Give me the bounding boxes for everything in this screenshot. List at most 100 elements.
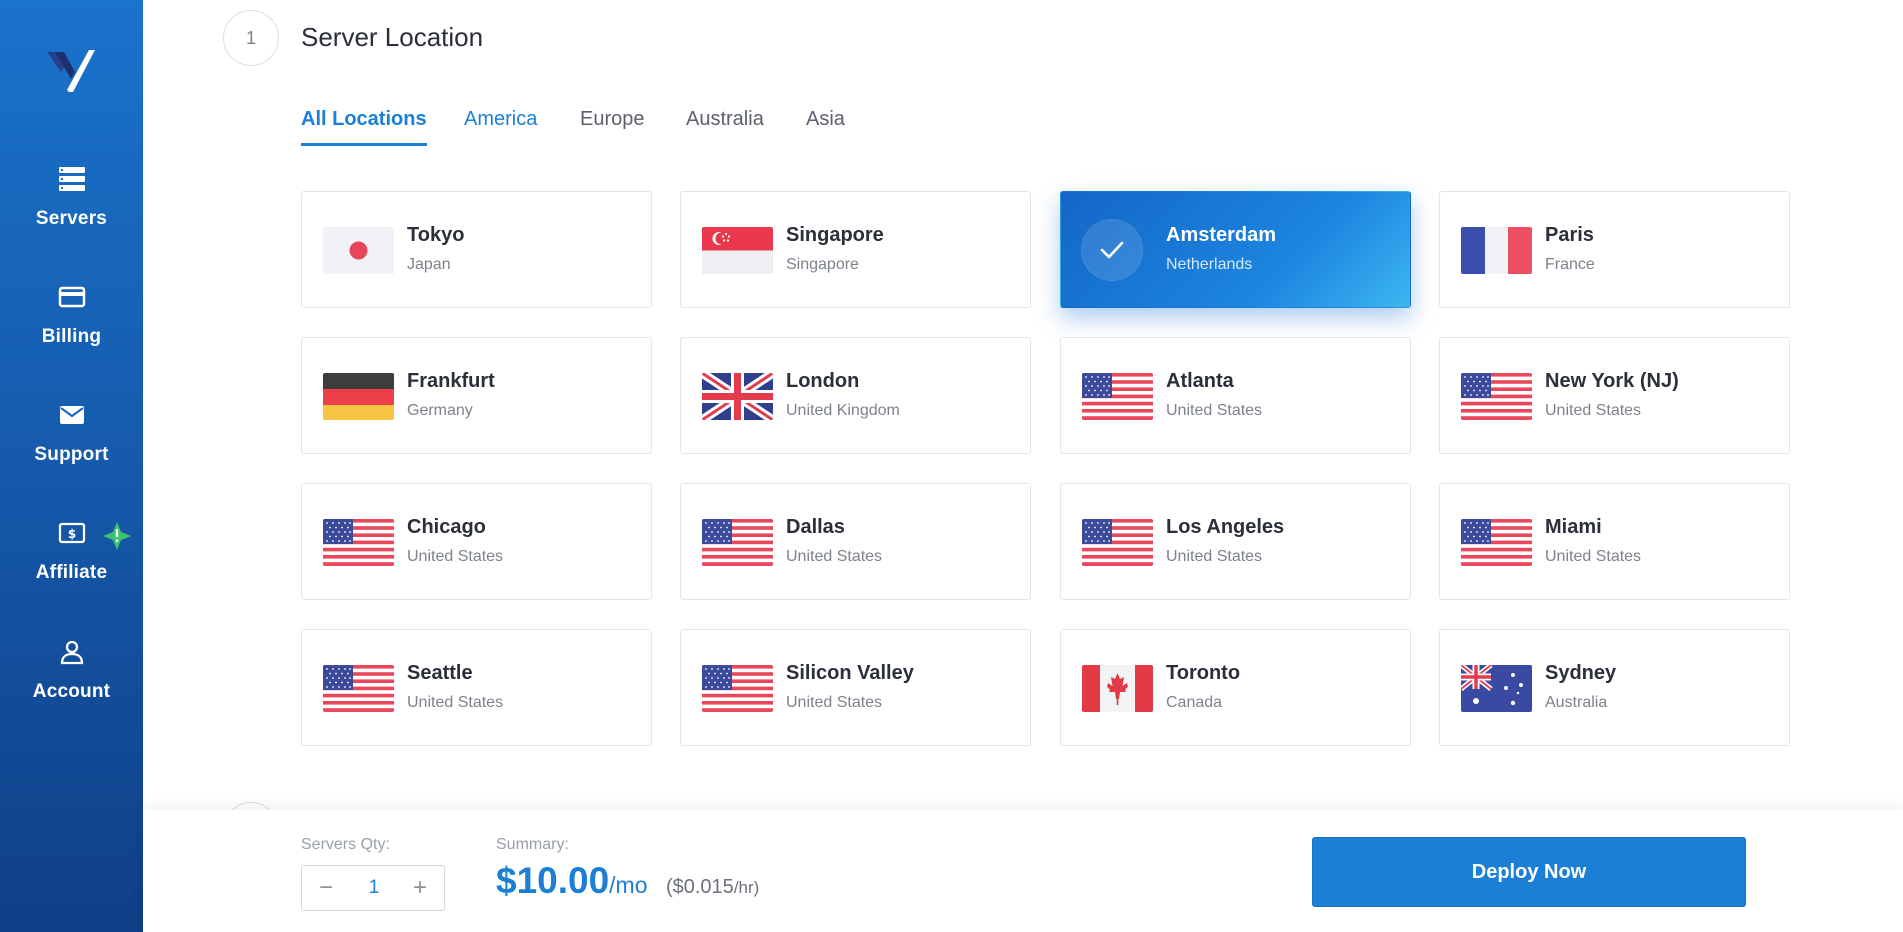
location-city: Dallas [786,516,845,538]
hourly-unit: /hr) [733,878,760,897]
location-country: United Kingdom [786,402,900,419]
sidebar: Servers Billing Support $ Affiliate Acco… [0,0,143,932]
envelope-icon [59,406,84,424]
flag-ca-icon [1082,665,1153,712]
location-city: Miami [1545,516,1602,538]
location-country: United States [786,694,883,711]
location-card-miami[interactable]: Miami United States [1439,483,1790,600]
location-country: United States [407,694,504,711]
quantity-input[interactable] [350,866,398,910]
flag-us-icon [1082,373,1153,420]
sidebar-item-account[interactable]: Account [0,637,143,703]
location-card-frankfurt[interactable]: Frankfurt Germany [301,337,652,454]
flag-au-icon [1461,665,1532,712]
user-icon [60,640,83,665]
tab-america[interactable]: America [464,108,537,131]
servers-qty-label: Servers Qty: [301,836,390,853]
location-country: Netherlands [1166,256,1253,273]
location-card-los-angeles[interactable]: Los Angeles United States [1060,483,1411,600]
location-country: United States [1166,402,1263,419]
location-city: Paris [1545,224,1594,246]
location-city: Atlanta [1166,370,1234,392]
location-card-amsterdam[interactable]: Amsterdam Netherlands [1060,191,1411,308]
location-card-chicago[interactable]: Chicago United States [301,483,652,600]
flag-us-icon [1461,373,1532,420]
flag-sg-icon [702,227,773,274]
location-card-toronto[interactable]: Toronto Canada [1060,629,1411,746]
sidebar-item-label: Account [32,681,111,702]
location-city: New York (NJ) [1545,370,1679,392]
sidebar-item-affiliate[interactable]: $ Affiliate [0,518,143,584]
location-city: Chicago [407,516,486,538]
deploy-now-button[interactable]: Deploy Now [1312,837,1746,907]
credit-card-icon [58,286,85,308]
location-card-dallas[interactable]: Dallas United States [680,483,1031,600]
sidebar-item-label: Servers [35,208,108,229]
flag-us-icon [702,519,773,566]
tab-europe[interactable]: Europe [580,108,645,131]
flag-gb-icon [702,373,773,420]
location-country: United States [1166,548,1263,565]
flag-us-icon [323,519,394,566]
step-number: 1 [223,10,279,66]
svg-text:$: $ [67,527,75,541]
flag-us-icon [702,665,773,712]
flag-us-icon [1082,519,1153,566]
vultr-logo[interactable] [45,46,97,98]
location-card-paris[interactable]: Paris France [1439,191,1790,308]
monthly-unit: /mo [609,872,648,898]
flag-us-icon [323,665,394,712]
decrement-button[interactable]: − [312,874,340,902]
sidebar-item-label: Affiliate [35,562,108,583]
monthly-price: $10.00 [496,860,610,901]
flag-de-icon [323,373,394,420]
location-country: United States [1545,548,1642,565]
tab-asia[interactable]: Asia [806,108,845,131]
location-city: Singapore [786,224,884,246]
tab-australia[interactable]: Australia [686,108,764,131]
location-country: United States [407,548,504,565]
flag-fr-icon [1461,227,1532,274]
flag-us-icon [1461,519,1532,566]
location-city: London [786,370,860,392]
location-card-atlanta[interactable]: Atlanta United States [1060,337,1411,454]
location-city: Los Angeles [1166,516,1285,538]
location-city: Seattle [407,662,473,684]
location-country: Japan [407,256,451,273]
location-country: France [1545,256,1595,273]
price-summary: $10.00/mo ($0.015/hr) [496,860,759,902]
flag-jp-icon [323,227,394,274]
location-card-singapore[interactable]: Singapore Singapore [680,191,1031,308]
location-city: Sydney [1545,662,1617,684]
sidebar-item-servers[interactable]: Servers [0,164,143,230]
location-city: Amsterdam [1166,224,1277,246]
selected-check-icon [1081,219,1143,281]
location-card-seattle[interactable]: Seattle United States [301,629,652,746]
location-city: Tokyo [407,224,465,246]
notification-badge-icon [103,522,131,550]
tab-all-locations[interactable]: All Locations [301,108,427,146]
location-card-silicon-valley[interactable]: Silicon Valley United States [680,629,1031,746]
servers-icon [58,167,85,191]
location-country: Germany [407,402,473,419]
location-country: Australia [1545,694,1608,711]
dollar-bill-icon: $ [58,522,85,544]
increment-button[interactable]: + [406,874,434,902]
sidebar-item-label: Support [34,444,109,465]
location-city: Frankfurt [407,370,495,392]
sidebar-item-support[interactable]: Support [0,400,143,466]
location-country: United States [786,548,883,565]
hourly-price: ($0.015 [665,876,734,898]
location-country: Canada [1166,694,1223,711]
location-country: Singapore [786,256,859,273]
location-city: Toronto [1166,662,1241,684]
quantity-stepper: − + [301,865,445,911]
sidebar-item-billing[interactable]: Billing [0,282,143,348]
sidebar-item-label: Billing [41,326,102,347]
summary-label: Summary: [496,836,569,853]
location-card-tokyo[interactable]: Tokyo Japan [301,191,652,308]
location-card-london[interactable]: London United Kingdom [680,337,1031,454]
location-card-new-york-nj[interactable]: New York (NJ) United States [1439,337,1790,454]
section-title: Server Location [301,22,484,52]
location-card-sydney[interactable]: Sydney Australia [1439,629,1790,746]
